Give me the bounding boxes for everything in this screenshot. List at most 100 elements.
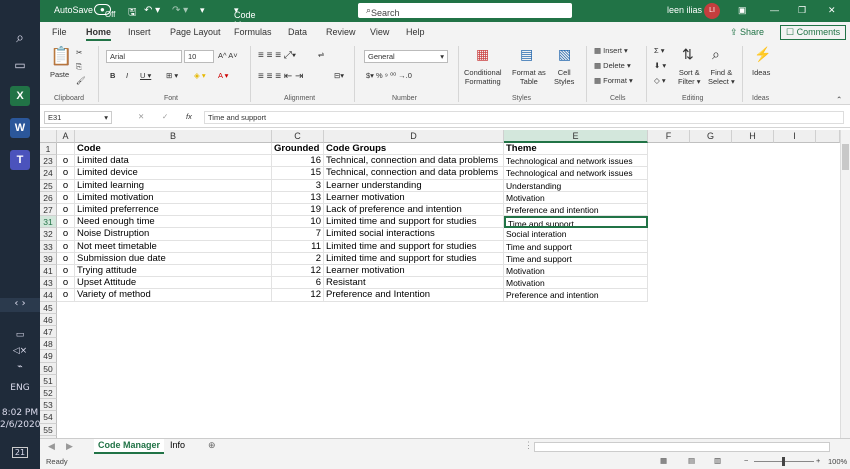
col-header-g[interactable]: G bbox=[690, 130, 732, 143]
italic-button[interactable]: I bbox=[126, 71, 128, 80]
cell-grounded[interactable]: 12 bbox=[272, 289, 324, 302]
cell-code[interactable]: Noise Distruption bbox=[75, 228, 272, 241]
cell-grounded[interactable]: 10 bbox=[272, 216, 324, 229]
sort-filter-button[interactable]: Sort & Filter ▾ bbox=[678, 68, 701, 86]
cell-code-group[interactable]: Technical, connection and data problems bbox=[324, 167, 504, 180]
cell-bullet[interactable]: o bbox=[57, 252, 75, 265]
notification-icon[interactable]: 21 bbox=[0, 447, 40, 458]
insert-function-icon[interactable]: fx bbox=[186, 112, 192, 121]
cell-code-group[interactable]: Preference and Intention bbox=[324, 289, 504, 302]
cell-grounded[interactable]: 19 bbox=[272, 204, 324, 217]
cell-theme[interactable]: Time and support bbox=[504, 216, 648, 229]
row-header[interactable]: 55 bbox=[40, 423, 57, 436]
zoom-out-icon[interactable]: − bbox=[744, 456, 748, 465]
cell-grounded[interactable]: 11 bbox=[272, 240, 324, 253]
cell-code-group[interactable]: Learner motivation bbox=[324, 191, 504, 204]
row-header[interactable]: 31 bbox=[40, 216, 57, 229]
cell-code-group[interactable]: Resistant bbox=[324, 277, 504, 290]
cell-theme[interactable]: Technological and network issues bbox=[504, 155, 648, 168]
cell-theme[interactable]: Preference and intention bbox=[504, 204, 648, 217]
formula-input[interactable]: Time and support bbox=[204, 111, 844, 124]
tab-split-handle[interactable]: ⋮ bbox=[524, 440, 533, 451]
cell-theme[interactable]: Technological and network issues bbox=[504, 167, 648, 180]
find-select-button[interactable]: Find & Select ▾ bbox=[708, 68, 735, 86]
cell-bullet[interactable]: o bbox=[57, 265, 75, 278]
search-box[interactable]: ⌕ Search bbox=[358, 3, 572, 18]
row-header[interactable]: 32 bbox=[40, 228, 57, 241]
cell-code-group[interactable]: Technical, connection and data problems bbox=[324, 155, 504, 168]
cell-a[interactable] bbox=[57, 143, 75, 156]
share-button[interactable]: ⇪ Share bbox=[730, 27, 764, 38]
cell-grounded-header[interactable]: Grounded bbox=[272, 143, 324, 156]
row-header[interactable]: 41 bbox=[40, 265, 57, 278]
cell-theme[interactable]: Time and support bbox=[504, 252, 648, 265]
cell-bullet[interactable]: o bbox=[57, 277, 75, 290]
tab-home[interactable]: Home bbox=[86, 27, 112, 41]
cell-code-group[interactable]: Limited time and support for studies bbox=[324, 216, 504, 229]
cell-theme[interactable]: Understanding bbox=[504, 179, 648, 192]
clock-time[interactable]: 8:02 PM bbox=[0, 408, 40, 418]
row-header[interactable]: 48 bbox=[40, 338, 57, 351]
paste-button[interactable]: Paste bbox=[50, 70, 69, 79]
restore-icon[interactable]: ❐ bbox=[798, 5, 806, 16]
cell-code-group[interactable]: Limited time and support for studies bbox=[324, 240, 504, 253]
format-cells-button[interactable]: ▦ Format ▾ bbox=[594, 76, 633, 85]
font-grow-icon[interactable]: A^ A˅ bbox=[218, 51, 238, 60]
cell-code-group[interactable]: Learner motivation bbox=[324, 265, 504, 278]
search-icon[interactable]: ⌕ bbox=[0, 30, 40, 46]
row-header[interactable]: 24 bbox=[40, 167, 57, 180]
cell-grounded[interactable]: 12 bbox=[272, 265, 324, 278]
collapse-icon[interactable]: ‹ › bbox=[0, 298, 40, 312]
cell-bullet[interactable]: o bbox=[57, 240, 75, 253]
minimize-icon[interactable]: — bbox=[770, 5, 779, 15]
cancel-icon[interactable]: ✕ bbox=[138, 112, 144, 121]
tab-formulas[interactable]: Formulas bbox=[234, 27, 272, 37]
fill-icon[interactable]: ⬇ ▾ bbox=[654, 61, 666, 70]
cell-grounded[interactable]: 6 bbox=[272, 277, 324, 290]
cell-bullet[interactable]: o bbox=[57, 179, 75, 192]
delete-cells-button[interactable]: ▦ Delete ▾ bbox=[594, 61, 631, 70]
ribbon-display-icon[interactable]: ▣ bbox=[738, 5, 747, 16]
cell-code[interactable]: Need enough time bbox=[75, 216, 272, 229]
zoom-slider-thumb[interactable] bbox=[782, 457, 785, 466]
page-layout-view-icon[interactable]: ▤ bbox=[688, 456, 695, 465]
row-header[interactable]: 54 bbox=[40, 411, 57, 424]
align-left-icons[interactable]: ≡ ≡ ≡ ⇤ ⇥ bbox=[258, 71, 303, 82]
horizontal-scrollbar[interactable] bbox=[534, 442, 830, 452]
borders-icon[interactable]: ⊞ ▾ bbox=[166, 71, 178, 80]
cell-grounded[interactable]: 2 bbox=[272, 252, 324, 265]
row-header[interactable]: 26 bbox=[40, 191, 57, 204]
merge-center-icon[interactable]: ⊟▾ bbox=[334, 71, 344, 80]
align-top-icons[interactable]: ≡ ≡ ≡ ⤢▾ bbox=[258, 50, 296, 61]
cell-grounded[interactable]: 16 bbox=[272, 155, 324, 168]
cell-code[interactable]: Limited preferrence bbox=[75, 204, 272, 217]
row-header[interactable]: 23 bbox=[40, 155, 57, 168]
row-header[interactable]: 39 bbox=[40, 252, 57, 265]
autosum-icon[interactable]: Σ ▾ bbox=[654, 46, 665, 55]
cut-icon[interactable]: ✂ bbox=[76, 48, 82, 57]
col-header-d[interactable]: D bbox=[324, 130, 504, 143]
copy-icon[interactable]: ⎘ bbox=[76, 62, 82, 72]
underline-button[interactable]: U ▾ bbox=[140, 71, 151, 80]
sheet-nav-next-icon[interactable]: ▶ bbox=[66, 441, 73, 452]
row-header[interactable]: 44 bbox=[40, 289, 57, 302]
name-box[interactable]: E31 ▾ bbox=[44, 111, 112, 124]
col-header-j[interactable] bbox=[816, 130, 840, 143]
tab-data[interactable]: Data bbox=[288, 27, 307, 37]
page-break-view-icon[interactable]: ▥ bbox=[714, 456, 721, 465]
format-painter-icon[interactable]: 🖌 bbox=[76, 76, 86, 85]
insert-cells-button[interactable]: ▦ Insert ▾ bbox=[594, 46, 628, 55]
excel-taskbar-icon[interactable]: X bbox=[10, 86, 30, 106]
cell-theme[interactable]: Motivation bbox=[504, 265, 648, 278]
number-format-select[interactable]: General ▾ bbox=[364, 50, 448, 63]
cell-theme[interactable]: Motivation bbox=[504, 191, 648, 204]
cell-bullet[interactable]: o bbox=[57, 167, 75, 180]
cell-code-group[interactable]: Lack of preference and intention bbox=[324, 204, 504, 217]
cell-styles-button[interactable]: Cell Styles bbox=[554, 68, 574, 86]
row-header[interactable]: 27 bbox=[40, 204, 57, 217]
cell-bullet[interactable]: o bbox=[57, 191, 75, 204]
conditional-formatting-icon[interactable]: ▦ bbox=[476, 46, 489, 63]
ideas-button[interactable]: Ideas bbox=[752, 68, 770, 77]
cell-code[interactable]: Submission due date bbox=[75, 252, 272, 265]
teams-taskbar-icon[interactable]: T bbox=[10, 150, 30, 170]
